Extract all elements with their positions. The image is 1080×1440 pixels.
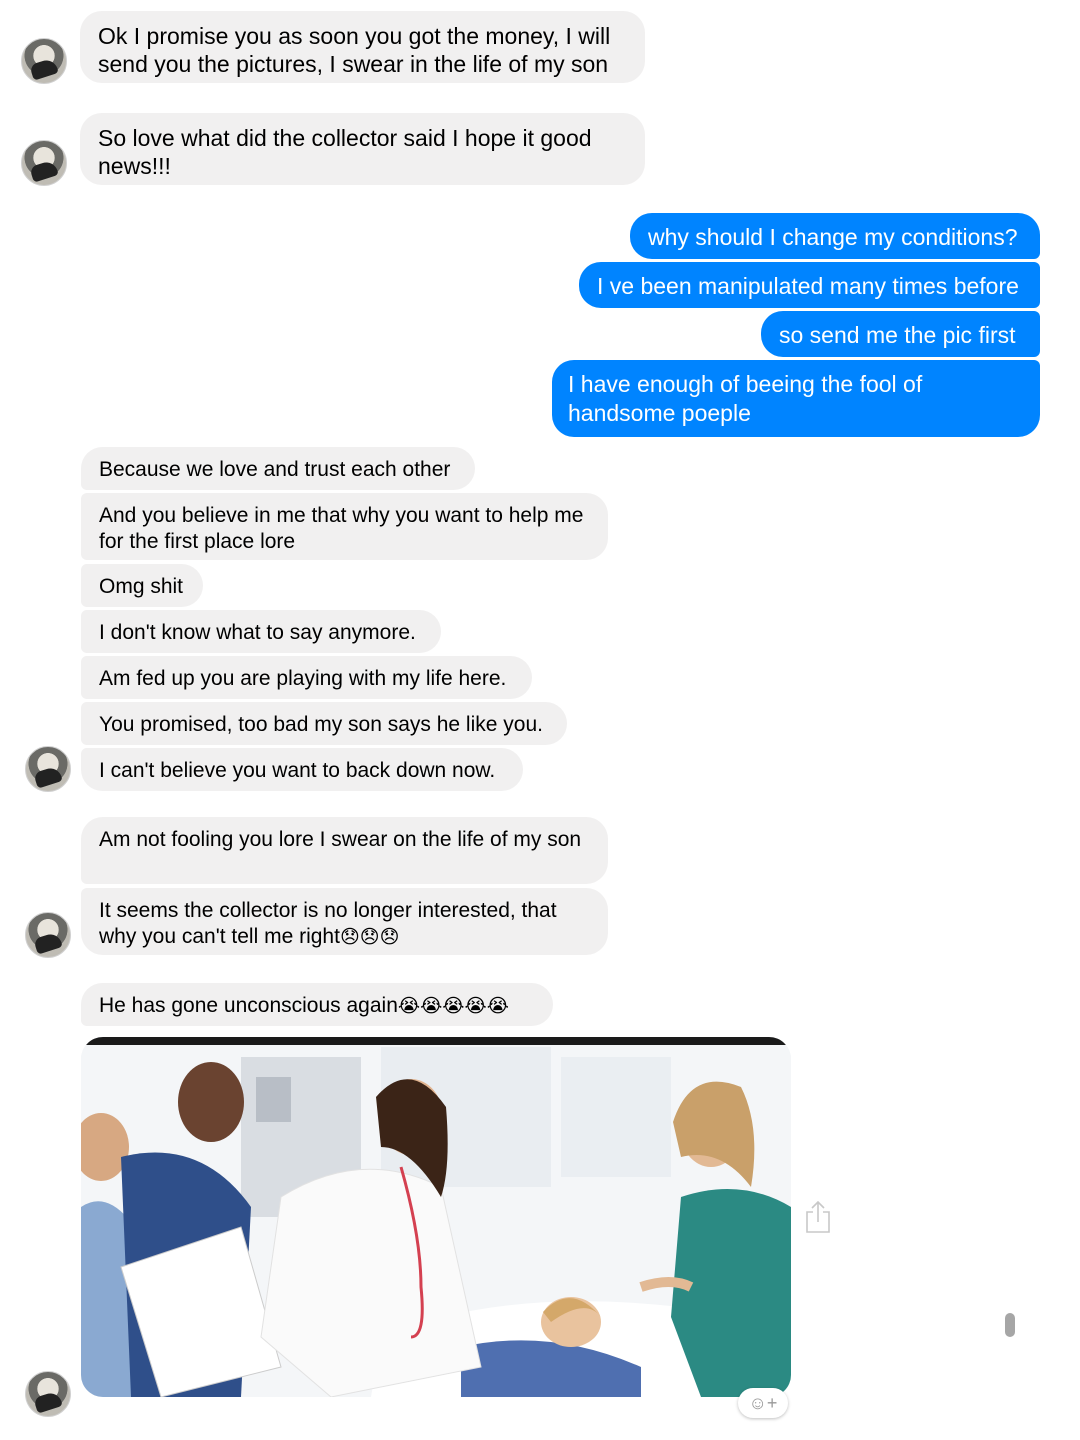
contact-avatar[interactable] xyxy=(25,1371,71,1417)
share-icon[interactable] xyxy=(805,1200,831,1234)
incoming-message[interactable]: Ok I promise you as soon you got the mon… xyxy=(80,11,645,83)
incoming-message[interactable]: Because we love and trust each other xyxy=(81,447,475,490)
outgoing-message[interactable]: so send me the pic first xyxy=(761,311,1040,357)
incoming-message[interactable]: It seems the collector is no longer inte… xyxy=(81,888,608,955)
contact-avatar[interactable] xyxy=(25,912,71,958)
message-text: He has gone unconscious again xyxy=(99,994,398,1017)
incoming-message[interactable]: He has gone unconscious again😭😭😭😭😭 xyxy=(81,983,553,1026)
incoming-message[interactable]: Omg shit xyxy=(81,564,203,607)
incoming-message[interactable]: You promised, too bad my son says he lik… xyxy=(81,702,567,745)
incoming-message[interactable]: Am not fooling you lore I swear on the l… xyxy=(81,817,608,884)
incoming-message[interactable]: Am fed up you are playing with my life h… xyxy=(81,656,532,699)
incoming-message[interactable]: So love what did the collector said I ho… xyxy=(80,113,645,185)
add-reaction-icon[interactable]: ☺+ xyxy=(738,1388,788,1418)
incoming-message[interactable]: I can't believe you want to back down no… xyxy=(81,748,523,791)
photo-attachment[interactable] xyxy=(81,1037,791,1397)
contact-avatar[interactable] xyxy=(21,38,67,84)
hospital-photo xyxy=(81,1037,791,1397)
outgoing-message[interactable]: I have enough of beeing the fool of hand… xyxy=(552,360,1040,437)
disappointed-emoji: 😞😞😞 xyxy=(339,926,400,948)
contact-avatar[interactable] xyxy=(25,746,71,792)
outgoing-message[interactable]: why should I change my conditions? xyxy=(630,213,1040,259)
crying-emoji: 😭😭😭😭😭 xyxy=(397,995,509,1017)
message-text: It seems the collector is no longer inte… xyxy=(99,899,557,948)
incoming-message[interactable]: I don't know what to say anymore. xyxy=(81,610,441,653)
contact-avatar[interactable] xyxy=(21,140,67,186)
incoming-message[interactable]: And you believe in me that why you want … xyxy=(81,493,608,560)
outgoing-message[interactable]: I ve been manipulated many times before xyxy=(579,262,1040,308)
scrollbar[interactable] xyxy=(1005,1313,1015,1337)
